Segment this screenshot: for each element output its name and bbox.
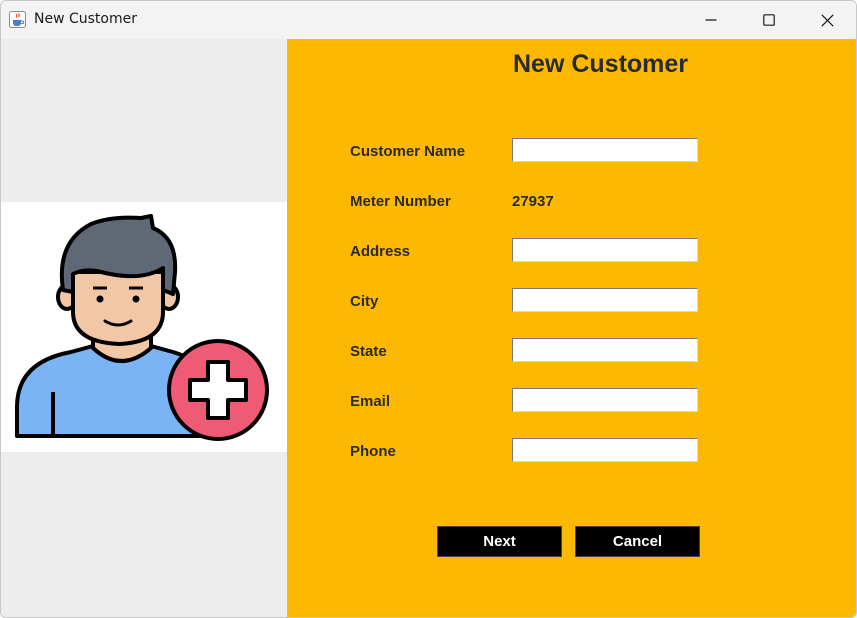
meter-number-value: 27937	[512, 193, 554, 210]
email-label: Email	[350, 393, 391, 410]
maximize-button[interactable]	[740, 1, 798, 39]
minimize-icon	[705, 19, 717, 21]
next-button[interactable]: Next	[437, 526, 562, 557]
address-label: Address	[350, 243, 411, 260]
window-title: New Customer	[34, 11, 137, 27]
maximize-icon	[763, 14, 775, 26]
java-cup-icon	[9, 11, 26, 28]
phone-label: Phone	[350, 443, 396, 460]
email-input[interactable]	[512, 388, 698, 412]
form-heading: New Customer	[513, 50, 689, 78]
phone-input[interactable]	[512, 438, 698, 462]
close-button[interactable]	[798, 1, 856, 39]
customer-name-input[interactable]	[512, 138, 698, 162]
title-bar[interactable]: New Customer	[1, 1, 856, 39]
cancel-button[interactable]: Cancel	[575, 526, 700, 557]
form-panel	[287, 39, 856, 617]
add-user-icon	[15, 214, 269, 441]
add-user-illustration	[1, 202, 287, 452]
state-label: State	[350, 343, 387, 360]
address-input[interactable]	[512, 238, 698, 262]
city-input[interactable]	[512, 288, 698, 312]
close-icon	[820, 13, 834, 27]
state-input[interactable]	[512, 338, 698, 362]
customer-name-label: Customer Name	[350, 143, 466, 160]
illustration-panel	[1, 39, 287, 617]
minimize-button[interactable]	[682, 1, 740, 39]
city-label: City	[350, 293, 379, 310]
app-window: New Customer New Customer Customer Name …	[0, 0, 857, 618]
meter-number-label: Meter Number	[350, 193, 451, 210]
